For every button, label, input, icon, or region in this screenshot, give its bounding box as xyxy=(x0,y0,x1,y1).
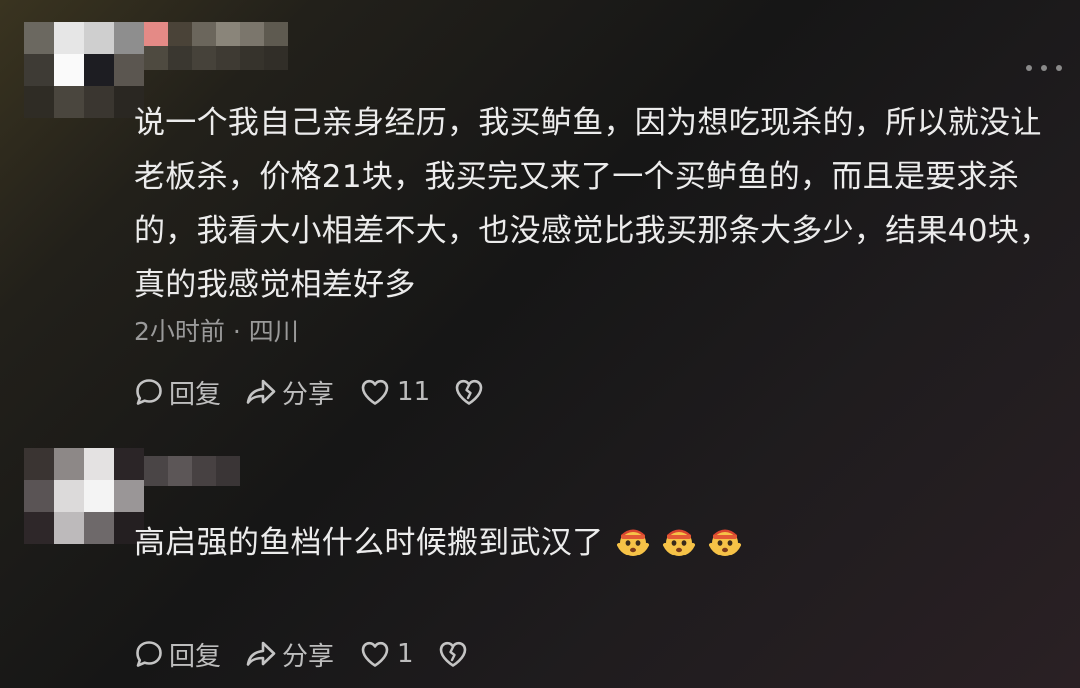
broken-heart-icon xyxy=(455,379,483,405)
speech-bubble-icon xyxy=(136,641,162,667)
share-button[interactable]: 分享 xyxy=(245,370,334,414)
comment-item: 说一个我自己亲身经历，我买鲈鱼，因为想吃现杀的，所以就没让老板杀，价格21块，我… xyxy=(0,0,1080,430)
scared-face-emoji xyxy=(662,529,695,556)
reply-button[interactable]: 回复 xyxy=(134,632,221,676)
heart-icon xyxy=(361,641,389,667)
username-blurred[interactable] xyxy=(144,22,288,70)
comment-meta: 2小时前 · 四川 xyxy=(134,317,299,346)
comment-text: 高启强的鱼档什么时候搬到武汉了 xyxy=(134,516,1064,570)
share-label: 分享 xyxy=(282,641,335,672)
dislike-button[interactable] xyxy=(438,632,468,676)
like-button[interactable]: 11 xyxy=(360,370,430,414)
share-arrow-icon xyxy=(246,641,276,666)
reply-label: 回复 xyxy=(169,379,222,410)
dislike-button[interactable] xyxy=(454,370,484,414)
share-label: 分享 xyxy=(282,379,335,410)
scared-face-emoji xyxy=(616,529,649,556)
heart-icon xyxy=(361,379,389,405)
share-arrow-icon xyxy=(246,379,276,404)
comment-actions: 回复 分享 11 xyxy=(134,370,484,414)
username-blurred[interactable] xyxy=(144,456,240,486)
comment-text-content: 高启强的鱼档什么时候搬到武汉了 xyxy=(134,525,604,561)
like-button[interactable]: 1 xyxy=(360,632,414,676)
scared-face-emoji xyxy=(708,529,741,556)
speech-bubble-icon xyxy=(136,379,162,405)
comment-actions: 回复 分享 1 xyxy=(134,632,468,676)
avatar-blurred[interactable] xyxy=(24,448,144,544)
avatar-blurred[interactable] xyxy=(24,22,144,118)
reply-label: 回复 xyxy=(169,641,222,672)
comment-text: 说一个我自己亲身经历，我买鲈鱼，因为想吃现杀的，所以就没让老板杀，价格21块，我… xyxy=(134,105,1051,303)
share-button[interactable]: 分享 xyxy=(245,632,334,676)
like-count: 11 xyxy=(397,377,431,407)
more-dots-icon[interactable] xyxy=(1026,60,1062,76)
comment-item: 高启强的鱼档什么时候搬到武汉了 回复 分享 1 xyxy=(0,430,1080,688)
reply-button[interactable]: 回复 xyxy=(134,370,221,414)
like-count: 1 xyxy=(397,639,414,669)
broken-heart-icon xyxy=(439,641,466,667)
